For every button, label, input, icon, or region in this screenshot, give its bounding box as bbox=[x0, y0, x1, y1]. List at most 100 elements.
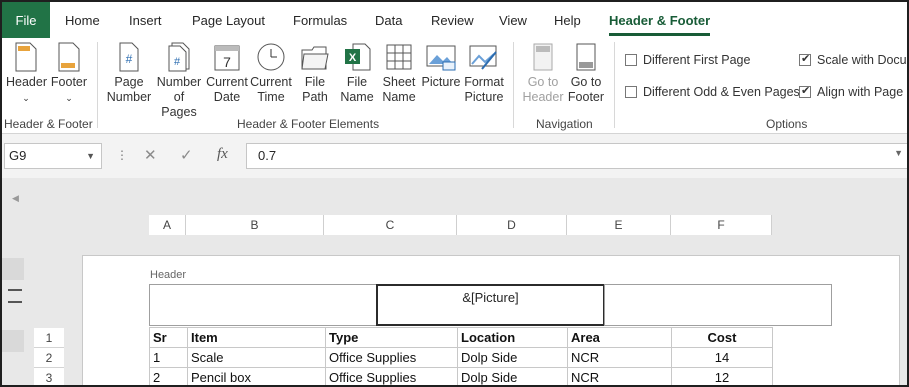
format-picture-button[interactable]: Format Picture bbox=[463, 42, 505, 105]
sheet-name-button[interactable]: Sheet Name bbox=[380, 42, 418, 105]
insert-function-icon[interactable]: fx bbox=[217, 146, 228, 163]
excel-window: File Home Insert Page Layout Formulas Da… bbox=[0, 0, 909, 387]
collapse-ruler-icon[interactable]: ◀ bbox=[12, 193, 19, 204]
file-path-button[interactable]: File Path bbox=[299, 42, 331, 105]
header-left-section[interactable] bbox=[149, 284, 377, 326]
column-header-f[interactable]: F bbox=[671, 215, 772, 235]
picture-button[interactable]: Picture bbox=[421, 42, 461, 90]
svg-text:X: X bbox=[349, 52, 357, 64]
svg-text:#: # bbox=[174, 56, 181, 68]
cell[interactable]: Dolp Side bbox=[457, 367, 568, 385]
cell[interactable]: 1 bbox=[149, 347, 188, 368]
enter-check-icon[interactable]: ✓ bbox=[180, 146, 193, 164]
picture-icon bbox=[426, 45, 456, 71]
column-header-b[interactable]: B bbox=[186, 215, 324, 235]
svg-text:7: 7 bbox=[223, 54, 231, 70]
tab-data[interactable]: Data bbox=[375, 2, 402, 38]
checkbox-box-checked[interactable] bbox=[799, 84, 811, 98]
vertical-ruler bbox=[2, 256, 26, 385]
tab-view[interactable]: View bbox=[499, 2, 527, 38]
cancel-icon[interactable]: ✕ bbox=[144, 146, 157, 164]
cell[interactable]: Scale bbox=[187, 347, 326, 368]
checkbox-scale-with-document[interactable]: Scale with Docu bbox=[799, 52, 907, 67]
formula-bar: G9 ▼ ⋮ ✕ ✓ fx 0.7 ▼ bbox=[2, 134, 907, 178]
page-number-button[interactable]: # Page Number bbox=[105, 42, 153, 105]
checkbox-align-with-page[interactable]: Align with Page bbox=[799, 84, 903, 99]
more-options-icon[interactable]: ⋮ bbox=[116, 148, 128, 162]
cell[interactable]: NCR bbox=[567, 347, 672, 368]
expand-formula-icon[interactable]: ▼ bbox=[894, 148, 903, 158]
cell[interactable]: Pencil box bbox=[187, 367, 326, 385]
cell[interactable]: 14 bbox=[671, 347, 773, 368]
chevron-down-icon[interactable]: ▼ bbox=[86, 144, 95, 168]
chevron-down-icon: ⌄ bbox=[22, 93, 30, 103]
tab-formulas[interactable]: Formulas bbox=[293, 2, 347, 38]
cell[interactable]: Area bbox=[567, 327, 672, 348]
go-to-footer-icon bbox=[576, 43, 596, 71]
page-number-icon: # bbox=[119, 42, 139, 72]
row-header-1[interactable]: 1 bbox=[34, 328, 64, 348]
cell[interactable]: 2 bbox=[149, 367, 188, 385]
go-to-footer-button[interactable]: Go to Footer bbox=[567, 42, 605, 105]
worksheet-area: ◀ A B C D E F 1 2 3 Header &[Picture] Sr bbox=[2, 178, 907, 385]
checkbox-different-odd-even[interactable]: Different Odd & Even Pages bbox=[625, 85, 800, 99]
header-center-section[interactable]: &[Picture] bbox=[376, 284, 605, 326]
column-header-a[interactable]: A bbox=[149, 215, 186, 235]
column-header-d[interactable]: D bbox=[457, 215, 567, 235]
data-table: Sr Item Type Location Area Cost 1 Scale … bbox=[149, 327, 773, 385]
checkbox-different-first-page[interactable]: Different First Page bbox=[625, 53, 750, 67]
cell[interactable]: Cost bbox=[671, 327, 773, 348]
group-label-options: Options bbox=[766, 117, 808, 131]
footer-button[interactable]: Footer ⌄ bbox=[50, 42, 88, 106]
folder-icon bbox=[301, 46, 329, 70]
cell[interactable]: Office Supplies bbox=[325, 347, 458, 368]
cell[interactable]: Sr bbox=[149, 327, 188, 348]
row-header-2[interactable]: 2 bbox=[34, 348, 64, 368]
go-to-header-button[interactable]: Go to Header bbox=[522, 42, 564, 105]
name-box[interactable]: G9 ▼ bbox=[4, 143, 102, 169]
column-header-c[interactable]: C bbox=[324, 215, 457, 235]
cell[interactable]: Item bbox=[187, 327, 326, 348]
checkbox-box-checked[interactable] bbox=[799, 52, 811, 66]
group-separator bbox=[614, 42, 615, 128]
column-header-e[interactable]: E bbox=[567, 215, 671, 235]
group-separator bbox=[97, 42, 98, 128]
current-time-button[interactable]: Current Time bbox=[250, 42, 292, 105]
cell[interactable]: 12 bbox=[671, 367, 773, 385]
ruler-block bbox=[2, 258, 24, 280]
header-right-section[interactable] bbox=[604, 284, 832, 326]
current-date-button[interactable]: 7 Current Date bbox=[205, 42, 249, 105]
go-to-header-icon bbox=[533, 43, 553, 71]
page-layout-page: Header &[Picture] Sr Item Type Location … bbox=[82, 255, 900, 385]
group-label-header-footer: Header & Footer bbox=[4, 117, 93, 131]
ruler-mark bbox=[8, 301, 22, 303]
table-row: 2 Pencil box Office Supplies Dolp Side N… bbox=[149, 367, 773, 385]
file-name-button[interactable]: X File Name bbox=[340, 42, 374, 105]
svg-text:#: # bbox=[126, 52, 133, 66]
tab-page-layout[interactable]: Page Layout bbox=[192, 2, 265, 38]
clock-icon bbox=[257, 43, 285, 71]
tab-review[interactable]: Review bbox=[431, 2, 474, 38]
tab-file[interactable]: File bbox=[2, 2, 50, 38]
cell[interactable]: NCR bbox=[567, 367, 672, 385]
ruler-block bbox=[2, 330, 24, 352]
cell[interactable]: Office Supplies bbox=[325, 367, 458, 385]
sheet-grid-icon bbox=[386, 44, 412, 70]
checkbox-box[interactable] bbox=[625, 54, 637, 66]
number-of-pages-button[interactable]: # Number of Pages bbox=[155, 42, 203, 120]
tab-insert[interactable]: Insert bbox=[129, 2, 162, 38]
tab-home[interactable]: Home bbox=[65, 2, 100, 38]
group-label-elements: Header & Footer Elements bbox=[237, 117, 380, 131]
cell[interactable]: Location bbox=[457, 327, 568, 348]
group-separator bbox=[513, 42, 514, 128]
header-button[interactable]: Header ⌄ bbox=[6, 42, 47, 106]
tab-help[interactable]: Help bbox=[554, 2, 581, 38]
row-header-3[interactable]: 3 bbox=[34, 368, 64, 385]
tab-header-footer[interactable]: Header & Footer bbox=[609, 2, 711, 38]
format-picture-icon bbox=[469, 45, 497, 70]
checkbox-box[interactable] bbox=[625, 86, 637, 98]
cell[interactable]: Type bbox=[325, 327, 458, 348]
header-page-icon bbox=[15, 42, 37, 72]
formula-input[interactable]: 0.7 bbox=[246, 143, 907, 169]
cell[interactable]: Dolp Side bbox=[457, 347, 568, 368]
